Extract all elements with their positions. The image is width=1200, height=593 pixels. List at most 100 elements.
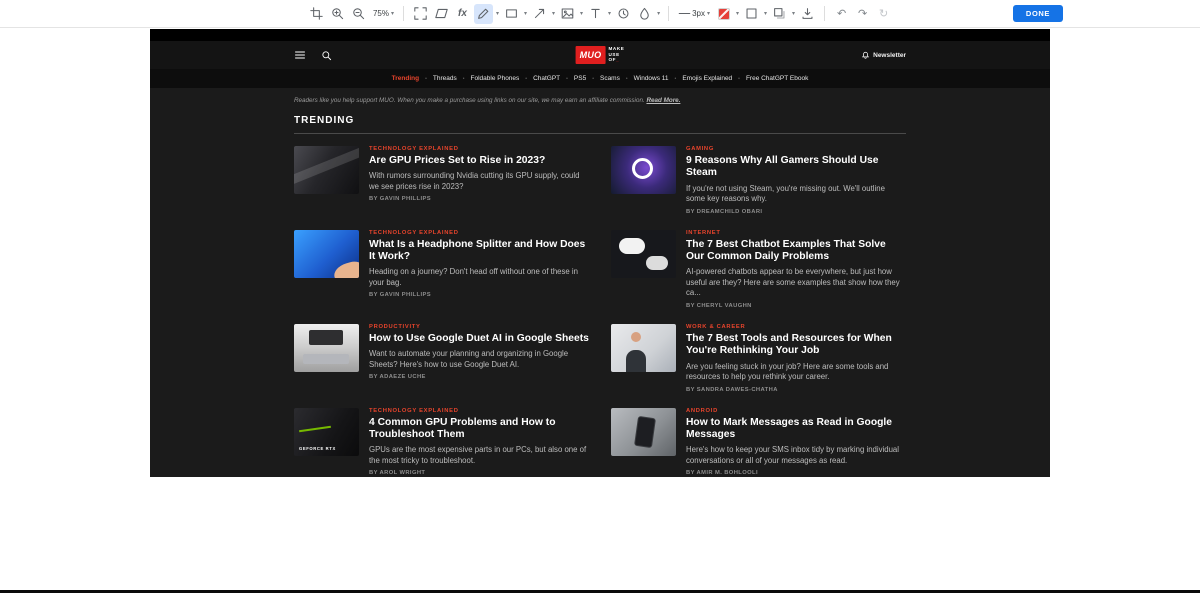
arrow-tool-button[interactable] <box>530 4 549 24</box>
article-byline[interactable]: BY GAVIN PHILLIPS <box>369 196 589 202</box>
fx-button[interactable]: fx <box>453 4 472 24</box>
article-category[interactable]: ANDROID <box>686 408 906 414</box>
fill-style-chevron[interactable]: ▾ <box>763 10 768 17</box>
article-card[interactable]: TECHNOLOGY EXPLAINED What Is a Headphone… <box>294 230 589 309</box>
nav-item-chatgpt[interactable]: ChatGPT <box>525 75 560 82</box>
article-card[interactable]: WORK & CAREER The 7 Best Tools and Resou… <box>611 324 906 393</box>
zoom-level-dropdown[interactable]: 75% ▾ <box>370 4 396 24</box>
nav-item-trending[interactable]: Trending <box>392 75 419 82</box>
toolbar-separator <box>668 6 669 21</box>
article-title[interactable]: How to Use Google Duet AI in Google Shee… <box>369 333 589 345</box>
stroke-width-dropdown[interactable]: 3px ▾ <box>676 4 712 24</box>
article-title[interactable]: How to Mark Messages as Read in Google M… <box>686 417 906 442</box>
article-thumbnail[interactable] <box>611 324 676 372</box>
zoom-in-icon <box>331 7 344 20</box>
article-title[interactable]: The 7 Best Tools and Resources for When … <box>686 333 906 358</box>
article-excerpt: If you're not using Steam, you're missin… <box>686 184 906 205</box>
color-swatch-chevron[interactable]: ▾ <box>735 10 740 17</box>
shape-tool-chevron[interactable]: ▾ <box>523 10 528 17</box>
annotation-toolbar: 75% ▾ fx ▾ ▾ ▾ ▾ ▾ <box>0 0 1200 28</box>
article-thumbnail[interactable] <box>611 146 676 194</box>
reset-icon: ↻ <box>879 8 888 19</box>
redo-button[interactable]: ↷ <box>853 4 872 24</box>
shadow-style-button[interactable] <box>770 4 789 24</box>
article-title[interactable]: Are GPU Prices Set to Rise in 2023? <box>369 155 589 167</box>
image-tool-button[interactable] <box>558 4 577 24</box>
article-category[interactable]: TECHNOLOGY EXPLAINED <box>369 230 589 236</box>
article-excerpt: Are you feeling stuck in your job? Here … <box>686 362 906 383</box>
rectangle-icon <box>505 7 518 20</box>
transform-button[interactable] <box>432 4 451 24</box>
blur-tool-chevron[interactable]: ▾ <box>656 10 661 17</box>
article-title[interactable]: 9 Reasons Why All Gamers Should Use Stea… <box>686 155 906 180</box>
shadow-style-chevron[interactable]: ▾ <box>791 10 796 17</box>
article-thumbnail[interactable] <box>294 324 359 372</box>
article-card[interactable]: INTERNET The 7 Best Chatbot Examples Tha… <box>611 230 906 309</box>
pen-tool-chevron[interactable]: ▾ <box>495 10 500 17</box>
article-thumbnail[interactable] <box>611 408 676 456</box>
article-thumbnail[interactable] <box>294 146 359 194</box>
article-category[interactable]: TECHNOLOGY EXPLAINED <box>369 146 589 152</box>
read-more-link[interactable]: Read More. <box>646 97 680 104</box>
article-thumbnail[interactable] <box>294 230 359 278</box>
logo-cursor: _ <box>616 57 619 62</box>
muo-logo[interactable]: MUO MAKE USE OF_ <box>576 46 625 64</box>
nav-item-threads[interactable]: Threads <box>425 75 457 82</box>
affiliate-disclaimer: Readers like you help support MUO. When … <box>294 97 906 104</box>
fill-style-button[interactable] <box>742 4 761 24</box>
pen-tool-button[interactable] <box>474 4 493 24</box>
reset-button[interactable]: ↻ <box>874 4 893 24</box>
article-category[interactable]: INTERNET <box>686 230 906 236</box>
menu-button[interactable] <box>294 49 306 61</box>
article-category[interactable]: GAMING <box>686 146 906 152</box>
image-tool-chevron[interactable]: ▾ <box>579 10 584 17</box>
text-tool-button[interactable] <box>586 4 605 24</box>
nav-item-foldable-phones[interactable]: Foldable Phones <box>463 75 520 82</box>
arrow-tool-chevron[interactable]: ▾ <box>551 10 556 17</box>
article-byline[interactable]: BY AMIR M. BOHLOOLI <box>686 470 906 476</box>
nav-item-windows-11[interactable]: Windows 11 <box>626 75 669 82</box>
shape-tool-button[interactable] <box>502 4 521 24</box>
article-category[interactable]: TECHNOLOGY EXPLAINED <box>369 408 589 414</box>
search-icon <box>321 50 332 61</box>
article-byline[interactable]: BY DREAMCHILD OBARI <box>686 209 906 215</box>
nav-item-ps5[interactable]: PS5 <box>566 75 586 82</box>
article-byline[interactable]: BY GAVIN PHILLIPS <box>369 292 589 298</box>
nav-item-free-chatgpt-ebook[interactable]: Free ChatGPT Ebook <box>738 75 808 82</box>
crop-button[interactable] <box>307 4 326 24</box>
zoom-out-button[interactable] <box>349 4 368 24</box>
article-card[interactable]: GEFORCE RTX TECHNOLOGY EXPLAINED 4 Commo… <box>294 408 589 477</box>
clock-tool-button[interactable] <box>614 4 633 24</box>
article-thumbnail[interactable]: GEFORCE RTX <box>294 408 359 456</box>
article-title[interactable]: What Is a Headphone Splitter and How Doe… <box>369 239 589 264</box>
search-button[interactable] <box>321 50 332 61</box>
article-card[interactable]: ANDROID How to Mark Messages as Read in … <box>611 408 906 477</box>
article-category[interactable]: PRODUCTIVITY <box>369 324 589 330</box>
article-category[interactable]: WORK & CAREER <box>686 324 906 330</box>
nav-item-label: Emojis Explained <box>682 75 732 82</box>
article-card[interactable]: TECHNOLOGY EXPLAINED Are GPU Prices Set … <box>294 146 589 215</box>
article-byline[interactable]: BY ADAEZE UCHE <box>369 374 589 380</box>
article-thumbnail[interactable] <box>611 230 676 278</box>
newsletter-link[interactable]: Newsletter <box>861 51 906 60</box>
text-tool-chevron[interactable]: ▾ <box>607 10 612 17</box>
nav-item-label: Foldable Phones <box>471 75 520 82</box>
article-byline[interactable]: BY AROL WRIGHT <box>369 470 589 476</box>
article-card[interactable]: PRODUCTIVITY How to Use Google Duet AI i… <box>294 324 589 393</box>
blur-tool-button[interactable] <box>635 4 654 24</box>
article-title[interactable]: 4 Common GPU Problems and How to Trouble… <box>369 417 589 442</box>
done-button[interactable]: DONE <box>1013 5 1063 22</box>
article-byline[interactable]: BY SANDRA DAWES-CHATHA <box>686 387 906 393</box>
undo-button[interactable]: ↶ <box>832 4 851 24</box>
nav-item-emojis-explained[interactable]: Emojis Explained <box>675 75 733 82</box>
article-byline[interactable]: BY CHERYL VAUGHN <box>686 303 906 309</box>
nav-item-scams[interactable]: Scams <box>592 75 620 82</box>
save-button[interactable] <box>798 4 817 24</box>
fit-screen-button[interactable] <box>411 4 430 24</box>
zoom-in-button[interactable] <box>328 4 347 24</box>
article-title[interactable]: The 7 Best Chatbot Examples That Solve O… <box>686 239 906 264</box>
shadow-style-icon <box>773 7 786 20</box>
zoom-out-icon <box>352 7 365 20</box>
color-swatch-button[interactable] <box>714 4 733 24</box>
article-card[interactable]: GAMING 9 Reasons Why All Gamers Should U… <box>611 146 906 215</box>
